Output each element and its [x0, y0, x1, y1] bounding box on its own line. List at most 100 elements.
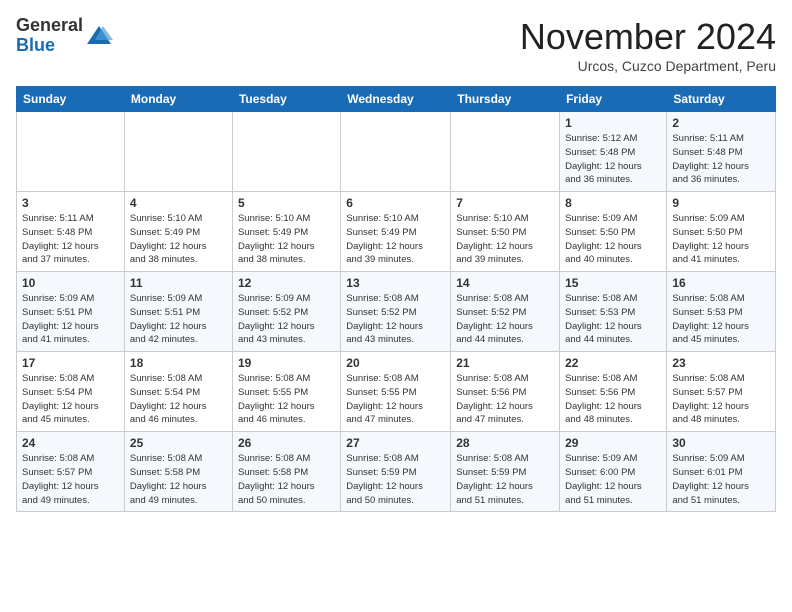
- day-header-friday: Friday: [560, 87, 667, 112]
- calendar-day-cell: 14Sunrise: 5:08 AM Sunset: 5:52 PM Dayli…: [451, 272, 560, 352]
- day-info: Sunrise: 5:10 AM Sunset: 5:49 PM Dayligh…: [130, 212, 227, 267]
- calendar-week-row: 10 Sunrise: 5:09 AM Sunset: 5:51 PM Dayli…: [17, 272, 776, 352]
- day-info: Sunrise: 5:08 AM Sunset: 5:54 PM Dayligh…: [130, 372, 227, 427]
- calendar-day-cell: 5 Sunrise: 5:10 AM Sunset: 5:49 PM Daylig…: [232, 192, 340, 272]
- day-info: Sunrise: 5:08 AM Sunset: 5:59 PM Dayligh…: [456, 452, 554, 507]
- page-header: General Blue November 2024 Urcos, Cuzco …: [16, 16, 776, 74]
- day-header-thursday: Thursday: [451, 87, 560, 112]
- day-number: 13: [346, 276, 445, 290]
- day-number: 5: [238, 196, 335, 210]
- day-header-monday: Monday: [124, 87, 232, 112]
- day-info: Sunrise: 5:08 AM Sunset: 5:55 PM Dayligh…: [346, 372, 445, 427]
- calendar-day-cell: 30Sunrise: 5:09 AM Sunset: 6:01 PM Dayli…: [667, 432, 776, 512]
- day-info: Sunrise: 5:08 AM Sunset: 5:58 PM Dayligh…: [238, 452, 335, 507]
- day-number: 1: [565, 116, 661, 130]
- calendar-day-cell: 2 Sunrise: 5:11 AM Sunset: 5:48 PM Daylig…: [667, 112, 776, 192]
- day-info: Sunrise: 5:08 AM Sunset: 5:58 PM Dayligh…: [130, 452, 227, 507]
- day-number: 3: [22, 196, 119, 210]
- logo: General Blue: [16, 16, 113, 56]
- day-info: Sunrise: 5:09 AM Sunset: 5:51 PM Dayligh…: [130, 292, 227, 347]
- day-info: Sunrise: 5:08 AM Sunset: 5:54 PM Dayligh…: [22, 372, 119, 427]
- day-number: 22: [565, 356, 661, 370]
- calendar-day-cell: 9 Sunrise: 5:09 AM Sunset: 5:50 PM Daylig…: [667, 192, 776, 272]
- calendar-day-cell: 6 Sunrise: 5:10 AM Sunset: 5:49 PM Daylig…: [341, 192, 451, 272]
- calendar-day-cell: 18 Sunrise: 5:08 AM Sunset: 5:54 PM Dayli…: [124, 352, 232, 432]
- day-info: Sunrise: 5:09 AM Sunset: 6:01 PM Dayligh…: [672, 452, 770, 507]
- calendar-day-cell: [17, 112, 125, 192]
- day-info: Sunrise: 5:08 AM Sunset: 5:52 PM Dayligh…: [456, 292, 554, 347]
- day-info: Sunrise: 5:08 AM Sunset: 5:57 PM Dayligh…: [22, 452, 119, 507]
- day-number: 16: [672, 276, 770, 290]
- day-header-sunday: Sunday: [17, 87, 125, 112]
- day-number: 19: [238, 356, 335, 370]
- day-number: 23: [672, 356, 770, 370]
- day-info: Sunrise: 5:10 AM Sunset: 5:49 PM Dayligh…: [346, 212, 445, 267]
- calendar-day-cell: [124, 112, 232, 192]
- calendar-week-row: 17 Sunrise: 5:08 AM Sunset: 5:54 PM Dayli…: [17, 352, 776, 432]
- day-number: 4: [130, 196, 227, 210]
- calendar-day-cell: 17 Sunrise: 5:08 AM Sunset: 5:54 PM Dayli…: [17, 352, 125, 432]
- calendar-day-cell: 1 Sunrise: 5:12 AM Sunset: 5:48 PM Daylig…: [560, 112, 667, 192]
- calendar-day-cell: 13 Sunrise: 5:08 AM Sunset: 5:52 PM Dayli…: [341, 272, 451, 352]
- calendar-day-cell: 10 Sunrise: 5:09 AM Sunset: 5:51 PM Dayli…: [17, 272, 125, 352]
- calendar-day-cell: 11 Sunrise: 5:09 AM Sunset: 5:51 PM Dayli…: [124, 272, 232, 352]
- day-number: 2: [672, 116, 770, 130]
- day-info: Sunrise: 5:12 AM Sunset: 5:48 PM Dayligh…: [565, 132, 661, 187]
- day-header-tuesday: Tuesday: [232, 87, 340, 112]
- calendar-week-row: 3 Sunrise: 5:11 AM Sunset: 5:48 PM Daylig…: [17, 192, 776, 272]
- day-number: 25: [130, 436, 227, 450]
- day-info: Sunrise: 5:08 AM Sunset: 5:53 PM Dayligh…: [565, 292, 661, 347]
- day-number: 21: [456, 356, 554, 370]
- day-info: Sunrise: 5:09 AM Sunset: 5:50 PM Dayligh…: [565, 212, 661, 267]
- day-info: Sunrise: 5:10 AM Sunset: 5:49 PM Dayligh…: [238, 212, 335, 267]
- day-number: 18: [130, 356, 227, 370]
- calendar-day-cell: 19 Sunrise: 5:08 AM Sunset: 5:55 PM Dayli…: [232, 352, 340, 432]
- calendar-day-cell: 23 Sunrise: 5:08 AM Sunset: 5:57 PM Dayli…: [667, 352, 776, 432]
- day-info: Sunrise: 5:11 AM Sunset: 5:48 PM Dayligh…: [672, 132, 770, 187]
- day-number: 11: [130, 276, 227, 290]
- day-number: 6: [346, 196, 445, 210]
- calendar-week-row: 1 Sunrise: 5:12 AM Sunset: 5:48 PM Daylig…: [17, 112, 776, 192]
- day-number: 26: [238, 436, 335, 450]
- calendar-day-cell: 29Sunrise: 5:09 AM Sunset: 6:00 PM Dayli…: [560, 432, 667, 512]
- location: Urcos, Cuzco Department, Peru: [520, 58, 776, 74]
- day-info: Sunrise: 5:09 AM Sunset: 5:50 PM Dayligh…: [672, 212, 770, 267]
- day-number: 7: [456, 196, 554, 210]
- day-info: Sunrise: 5:09 AM Sunset: 5:52 PM Dayligh…: [238, 292, 335, 347]
- day-info: Sunrise: 5:08 AM Sunset: 5:56 PM Dayligh…: [456, 372, 554, 427]
- day-number: 15: [565, 276, 661, 290]
- day-info: Sunrise: 5:08 AM Sunset: 5:52 PM Dayligh…: [346, 292, 445, 347]
- day-number: 10: [22, 276, 119, 290]
- calendar-day-cell: 26 Sunrise: 5:08 AM Sunset: 5:58 PM Dayli…: [232, 432, 340, 512]
- logo-icon: [85, 22, 113, 50]
- day-number: 27: [346, 436, 445, 450]
- logo-blue: Blue: [16, 36, 83, 56]
- day-number: 12: [238, 276, 335, 290]
- day-number: 17: [22, 356, 119, 370]
- calendar-day-cell: 15 Sunrise: 5:08 AM Sunset: 5:53 PM Dayli…: [560, 272, 667, 352]
- day-number: 9: [672, 196, 770, 210]
- calendar-day-cell: 12 Sunrise: 5:09 AM Sunset: 5:52 PM Dayli…: [232, 272, 340, 352]
- calendar-day-cell: 28 Sunrise: 5:08 AM Sunset: 5:59 PM Dayli…: [451, 432, 560, 512]
- calendar-day-cell: [232, 112, 340, 192]
- day-number: 24: [22, 436, 119, 450]
- day-info: Sunrise: 5:11 AM Sunset: 5:48 PM Dayligh…: [22, 212, 119, 267]
- day-number: 8: [565, 196, 661, 210]
- calendar-day-cell: 22Sunrise: 5:08 AM Sunset: 5:56 PM Dayli…: [560, 352, 667, 432]
- month-title: November 2024: [520, 16, 776, 58]
- calendar-day-cell: 7 Sunrise: 5:10 AM Sunset: 5:50 PM Daylig…: [451, 192, 560, 272]
- day-info: Sunrise: 5:09 AM Sunset: 6:00 PM Dayligh…: [565, 452, 661, 507]
- day-number: 20: [346, 356, 445, 370]
- day-number: 28: [456, 436, 554, 450]
- day-info: Sunrise: 5:08 AM Sunset: 5:55 PM Dayligh…: [238, 372, 335, 427]
- day-info: Sunrise: 5:08 AM Sunset: 5:59 PM Dayligh…: [346, 452, 445, 507]
- title-block: November 2024 Urcos, Cuzco Department, P…: [520, 16, 776, 74]
- day-info: Sunrise: 5:10 AM Sunset: 5:50 PM Dayligh…: [456, 212, 554, 267]
- day-info: Sunrise: 5:08 AM Sunset: 5:53 PM Dayligh…: [672, 292, 770, 347]
- day-info: Sunrise: 5:09 AM Sunset: 5:51 PM Dayligh…: [22, 292, 119, 347]
- calendar-day-cell: 3 Sunrise: 5:11 AM Sunset: 5:48 PM Daylig…: [17, 192, 125, 272]
- day-info: Sunrise: 5:08 AM Sunset: 5:57 PM Dayligh…: [672, 372, 770, 427]
- calendar-week-row: 24 Sunrise: 5:08 AM Sunset: 5:57 PM Dayli…: [17, 432, 776, 512]
- calendar-day-cell: 20 Sunrise: 5:08 AM Sunset: 5:55 PM Dayli…: [341, 352, 451, 432]
- calendar-day-cell: 27 Sunrise: 5:08 AM Sunset: 5:59 PM Dayli…: [341, 432, 451, 512]
